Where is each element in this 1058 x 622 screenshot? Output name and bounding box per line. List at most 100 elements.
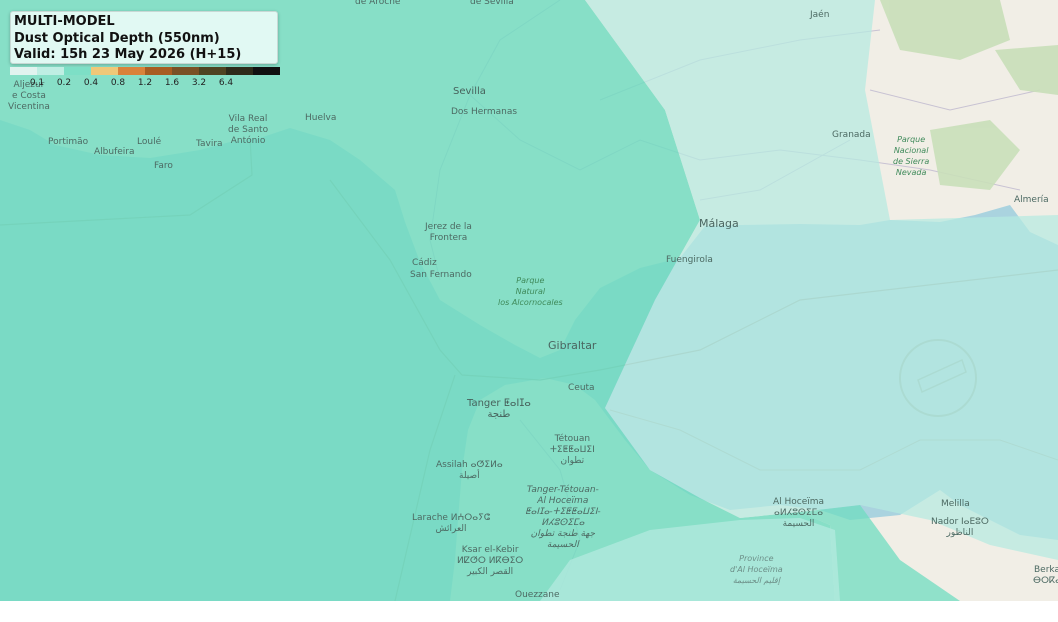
label-park-sierra-nevada: Parque Nacional de Sierra Nevada (893, 134, 929, 178)
berkane-line1: Berka (1033, 565, 1058, 575)
label-huelva: Huelva (305, 113, 337, 123)
label-malaga: Málaga (699, 217, 739, 230)
label-park-alcornocales: Parque Natural los Alcornocales (498, 275, 563, 308)
colorbar-swatch (226, 67, 253, 75)
label-vila-real: Vila Real de Santo António (228, 114, 268, 147)
page-bottom-strip (0, 601, 1058, 622)
colorbar-tick-label: 0.1 (29, 78, 45, 88)
label-dos-hermanas: Dos Hermanas (451, 107, 518, 117)
jerez-line1: Jerez de la (425, 222, 472, 232)
legend-variable: Dust Optical Depth (550nm) (14, 30, 220, 46)
tt-line4: ⵍⵃⵓⵙⵉⵎⴰ (541, 518, 585, 528)
nador-line1: Nador ⵏⴰⴹⵓⵔ (931, 517, 989, 527)
park-alc-line3: los Alcornocales (498, 298, 563, 307)
label-granada: Granada (832, 130, 871, 140)
label-assilah: Assilah ⴰⵚⵉⵍⴰ أصيلة (436, 460, 503, 482)
prov-line2: d'Al Hoceïma (730, 565, 783, 574)
prov-line3: إقليم الحسيمة (732, 576, 780, 585)
prov-line1: Province (739, 554, 774, 563)
label-melilla: Melilla (941, 499, 970, 509)
colorbar-swatch (172, 67, 199, 75)
park-sn-line3: de Sierra (893, 157, 930, 166)
colorbar-tick-label: 1.6 (164, 78, 180, 88)
assilah-line1: Assilah ⴰⵚⵉⵍⴰ (436, 460, 503, 470)
label-aroche: de Aroche (355, 0, 401, 7)
assilah-line2: أصيلة (459, 471, 480, 481)
colorbar-tick-label: 1.2 (137, 78, 153, 88)
hoceima-line1: Al Hoceïma (773, 497, 825, 507)
berkane-line2: ⴱⵔⴽⴰ (1033, 576, 1058, 586)
colorbar-swatch (37, 67, 64, 75)
colorbar-tick-label: 0.4 (83, 78, 99, 88)
park-sn-line4: Nevada (895, 168, 927, 177)
ksar-line3: القصر الكبير (467, 567, 514, 577)
label-san-fernando: San Fernando (410, 270, 472, 280)
label-gibraltar: Gibraltar (548, 339, 597, 352)
ksar-line2: ⵍⵇⵚⵔ ⵍⴽⴱⵉⵔ (457, 556, 524, 566)
colorbar-swatch (145, 67, 172, 75)
label-nador: Nador ⵏⴰⴹⵓⵔ الناظور (931, 517, 989, 539)
label-tetouan: Tétouan ⵜⵉⵟⵟⴰⵡⵉⵏ تطوان (550, 434, 595, 467)
vila-real-line2: de Santo (228, 125, 269, 135)
label-al-hoceima: Al Hoceïma ⴰⵍⵃⵓⵙⵉⵎⴰ الحسيمة (773, 497, 824, 530)
colorbar-swatch (253, 67, 280, 75)
colorbar-tick-label: 0.2 (56, 78, 72, 88)
legend-colorbar (10, 67, 280, 75)
colorbar-tick-label: 6.4 (218, 78, 234, 88)
park-alc-line2: Natural (515, 287, 546, 296)
tt-line2: Al Hoceïma (537, 496, 589, 506)
colorbar-swatch (91, 67, 118, 75)
label-ceuta: Ceuta (568, 383, 595, 393)
colorbar-swatch (118, 67, 145, 75)
vila-real-line1: Vila Real (228, 114, 268, 124)
map-canvas[interactable]: de Aroche de Sevilla Jaén Sevilla Dos He… (0, 0, 1058, 601)
label-albufeira: Albufeira (94, 147, 135, 157)
colorbar-tick-label: 3.2 (191, 78, 207, 88)
tt-line1: Tanger-Tétouan- (526, 485, 599, 495)
tetouan-line1: Tétouan (554, 434, 591, 444)
tetouan-line2: ⵜⵉⵟⵟⴰⵡⵉⵏ (550, 445, 595, 455)
label-ouezzane: Ouezzane (515, 590, 560, 600)
ksar-line1: Ksar el-Kebir (461, 545, 519, 555)
label-almeria: Almería (1014, 195, 1049, 205)
aljezur-line3: Vicentina (8, 102, 50, 112)
label-jaen: Jaén (810, 10, 830, 20)
tt-line3: ⵟⴰⵏⵊⴰ-ⵜⵉⵟⵟⴰⵡⵉⵏ- (525, 507, 601, 517)
label-ksar-el-kebir: Ksar el-Kebir ⵍⵇⵚⵔ ⵍⴽⴱⵉⵔ القصر الكبير (457, 545, 523, 578)
park-sn-line1: Parque (897, 135, 926, 144)
tt-line6: الحسيمة (546, 540, 579, 550)
colorbar-swatch (199, 67, 226, 75)
park-sn-line2: Nacional (893, 146, 929, 155)
larache-line1: Larache ⵍⵄⵔⴰⵢⵛ (412, 513, 491, 523)
tanger-line2: طنجة (487, 409, 511, 420)
label-portimao: Portimão (48, 137, 89, 147)
hoceima-line3: الحسيمة (782, 519, 815, 529)
legend-valid-time: Valid: 15h 23 May 2026 (H+15) (14, 47, 242, 62)
nador-line2: الناظور (946, 528, 974, 538)
label-cadiz: Cádiz (412, 258, 437, 268)
jerez-line2: Frontera (429, 233, 468, 243)
label-tavira: Tavira (196, 139, 223, 149)
tanger-line1: Tanger ⵟⴰⵏⵊⴰ (467, 398, 531, 409)
label-tanger-tetouan-region: Tanger-Tétouan- Al Hoceïma ⵟⴰⵏⵊⴰ-ⵜⵉⵟⵟⴰⵡⵉ… (525, 485, 601, 551)
colorbar-swatch (10, 67, 37, 75)
tt-line5: جهة طنجة تطوان (530, 529, 596, 539)
park-alc-line1: Parque (516, 276, 545, 285)
hoceima-line2: ⴰⵍⵃⵓⵙⵉⵎⴰ (774, 508, 824, 518)
legend-title: MULTI-MODEL (14, 14, 115, 29)
label-province-hoceima: Province d'Al Hoceïma إقليم الحسيمة (730, 553, 783, 586)
colorbar-swatch (64, 67, 91, 75)
label-berkane: Berka ⴱⵔⴽⴰ (1033, 565, 1058, 587)
label-fuengirola: Fuengirola (666, 255, 713, 265)
label-larache: Larache ⵍⵄⵔⴰⵢⵛ العرائش (412, 513, 490, 535)
larache-line2: العرائش (435, 524, 467, 534)
colorbar-tick-label: 0.8 (110, 78, 126, 88)
label-tanger: Tanger ⵟⴰⵏⵊⴰ طنجة (467, 398, 531, 420)
label-sevilla: Sevilla (453, 86, 486, 97)
aljezur-line2: e Costa (11, 91, 46, 101)
label-loule: Loulé (137, 137, 162, 147)
label-jerez: Jerez de la Frontera (425, 222, 472, 244)
legend-ticks: 0.1 0.2 0.4 0.8 1.2 1.6 3.2 6.4 (10, 78, 280, 90)
label-faro: Faro (154, 161, 173, 171)
legend-panel: MULTI-MODEL Dust Optical Depth (550nm) V… (10, 11, 278, 64)
